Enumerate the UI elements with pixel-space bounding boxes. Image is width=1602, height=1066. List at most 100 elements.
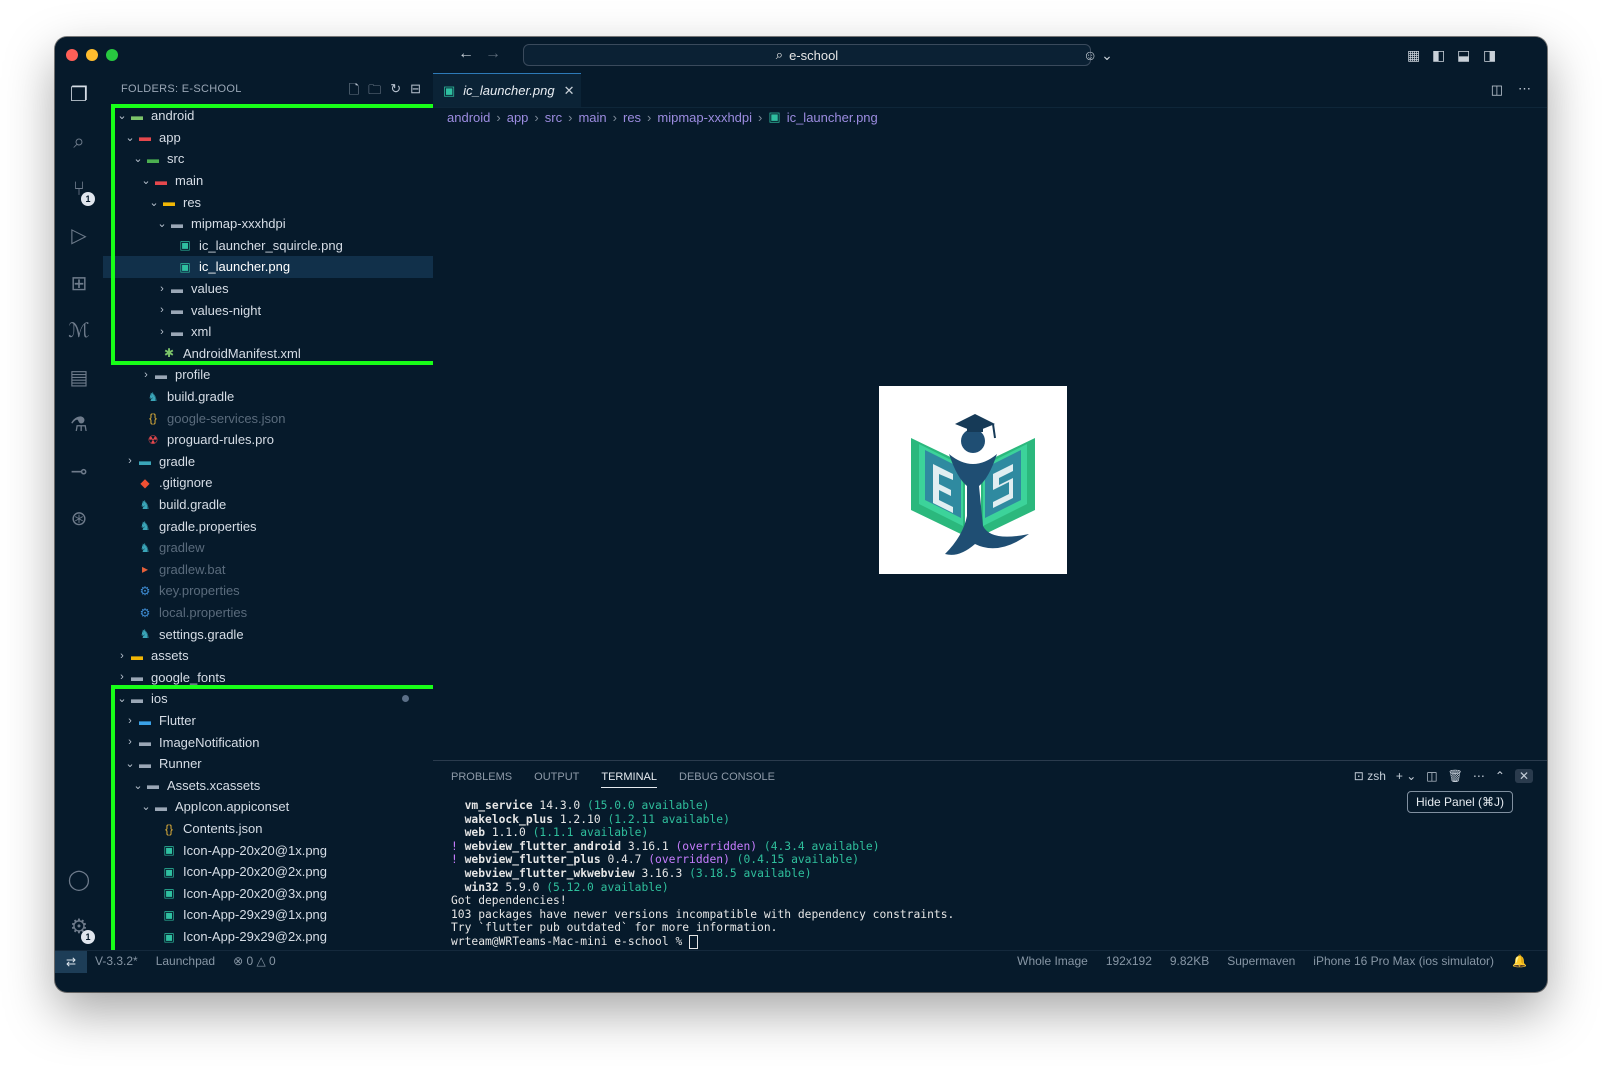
tree-item[interactable]: › ▬ profile bbox=[103, 364, 433, 386]
hide-panel-close-icon[interactable]: ✕ bbox=[1514, 769, 1533, 783]
chevron-right-icon[interactable]: › bbox=[123, 455, 137, 467]
terminal-version: 3.16.3 bbox=[634, 866, 690, 880]
tree-item[interactable]: ♞ gradlew bbox=[103, 537, 433, 559]
terminal-output[interactable]: vm_service 14.3.0 (15.0.0 available) wak… bbox=[451, 799, 954, 949]
close-window-button[interactable] bbox=[66, 49, 78, 61]
terminal-available: (1.1.1 available) bbox=[532, 826, 649, 840]
notifications-bell-icon[interactable]: 🔔 bbox=[1512, 954, 1527, 968]
breadcrumb-item[interactable]: mipmap-xxxhdpi bbox=[657, 110, 752, 125]
status-item[interactable]: Supermaven bbox=[1227, 954, 1295, 968]
panel-tab[interactable]: DEBUG CONSOLE bbox=[679, 771, 775, 788]
tree-item-label: gradle bbox=[159, 453, 196, 469]
chevron-right-icon[interactable]: › bbox=[115, 671, 129, 683]
toggle-secondary-sidebar-icon[interactable]: ◨ bbox=[1483, 47, 1496, 64]
refresh-icon[interactable]: ↻ bbox=[390, 81, 401, 103]
tab-ic-launcher[interactable]: ▣ ic_launcher.png ✕ bbox=[433, 73, 581, 107]
minimize-window-button[interactable] bbox=[86, 49, 98, 61]
customize-layout-icon[interactable]: ▦ bbox=[1407, 47, 1420, 64]
new-file-icon[interactable]: 🗋 bbox=[349, 81, 359, 103]
more-actions-icon[interactable]: ⋯ bbox=[1518, 81, 1531, 97]
terminal-available: (5.12.0 available) bbox=[546, 880, 669, 894]
panel-actions: ⊡ zsh + ⌄ ◫ 🗑 ⋯ ⌃ ✕ bbox=[1354, 769, 1533, 783]
back-arrow-icon[interactable]: ← bbox=[458, 45, 474, 63]
terminal-line: ! webview_flutter_plus 0.4.7 (overridden… bbox=[451, 853, 954, 867]
kill-terminal-icon[interactable]: 🗑 bbox=[1448, 769, 1463, 783]
remote-indicator-icon[interactable]: ⇄ bbox=[55, 951, 87, 973]
testing-flask-icon[interactable]: ⚗ bbox=[67, 413, 91, 437]
terminal-line: Try `flutter pub outdated` for more info… bbox=[451, 921, 954, 935]
panel-tab[interactable]: PROBLEMS bbox=[451, 771, 512, 788]
breadcrumb-separator-icon: › bbox=[647, 109, 652, 125]
close-tab-icon[interactable]: ✕ bbox=[564, 83, 575, 99]
tree-item[interactable]: ♞ settings.gradle bbox=[103, 623, 433, 645]
terminal-overridden: (overridden) bbox=[648, 853, 737, 867]
new-folder-icon[interactable]: 🗀 bbox=[368, 81, 381, 103]
split-terminal-icon[interactable]: ◫ bbox=[1426, 769, 1437, 783]
tree-item[interactable]: ♞ build.gradle bbox=[103, 386, 433, 408]
explorer-icon[interactable]: ❐ bbox=[67, 83, 91, 107]
tree-item[interactable]: ⚙ local.properties bbox=[103, 602, 433, 624]
toggle-panel-icon[interactable]: ⬓ bbox=[1457, 47, 1470, 64]
search-icon[interactable]: ⌕ bbox=[67, 130, 91, 154]
more-icon[interactable]: ⋯ bbox=[1473, 769, 1485, 783]
terminal-package: webview_flutter_plus bbox=[464, 853, 601, 867]
activity-bar: ❐ ⌕ ⑂ 1 ▷ ⊞ ℳ ▤ ⚗ ⊸ ⊛ ◯ ⚙ 1 bbox=[55, 73, 103, 978]
forward-arrow-icon[interactable]: → bbox=[485, 45, 501, 63]
tree-item[interactable]: {} google-services.json bbox=[103, 407, 433, 429]
tree-item-label: key.properties bbox=[159, 583, 240, 599]
breadcrumb-item[interactable]: main bbox=[578, 110, 606, 125]
search-text: e-school bbox=[789, 47, 839, 63]
extensions-icon[interactable]: ⊞ bbox=[67, 272, 91, 296]
terminal-line: wakelock_plus 1.2.10 (1.2.11 available) bbox=[451, 813, 954, 827]
tree-item[interactable]: › ▬ gradle bbox=[103, 451, 433, 473]
terminal-prefix bbox=[451, 881, 465, 894]
breadcrumb-item[interactable]: app bbox=[507, 110, 529, 125]
status-item[interactable]: Whole Image bbox=[1017, 954, 1088, 968]
terminal-shell-selector[interactable]: ⊡ zsh bbox=[1354, 769, 1386, 783]
tree-item[interactable]: ☢ proguard-rules.pro bbox=[103, 429, 433, 451]
highlight-box-ios bbox=[111, 685, 438, 956]
breadcrumb: android › app › src › main › res › mipmap-xxxhdpi ›… bbox=[447, 109, 878, 125]
panel-tab[interactable]: OUTPUT bbox=[534, 771, 579, 788]
terminal-version: 5.9.0 bbox=[498, 880, 547, 894]
toggle-sidebar-icon[interactable]: ◧ bbox=[1432, 47, 1445, 64]
gitlens-icon[interactable]: ⊛ bbox=[67, 507, 91, 531]
tree-item[interactable]: ▸ gradlew.bat bbox=[103, 559, 433, 581]
zoom-window-button[interactable] bbox=[106, 49, 118, 61]
tree-item[interactable]: ♞ gradle.properties bbox=[103, 515, 433, 537]
chevron-right-icon[interactable]: › bbox=[139, 369, 153, 381]
tree-item[interactable]: ⚙ key.properties bbox=[103, 580, 433, 602]
breadcrumb-item[interactable]: android bbox=[447, 110, 490, 125]
account-icon[interactable]: ◯ bbox=[67, 868, 91, 892]
maximize-panel-icon[interactable]: ⌃ bbox=[1495, 769, 1505, 783]
status-item[interactable]: 192x192 bbox=[1106, 954, 1152, 968]
status-right: Whole Image 192x192 9.82KB Supermaven iPhone… bbox=[1017, 954, 1527, 968]
chevron-right-icon[interactable]: › bbox=[115, 650, 129, 662]
collapse-all-icon[interactable]: ⊟ bbox=[410, 81, 421, 103]
split-editor-icon[interactable]: ◫ bbox=[1491, 82, 1503, 98]
run-debug-icon[interactable]: ▷ bbox=[67, 224, 91, 248]
terminal-package: web bbox=[464, 826, 486, 840]
tree-item[interactable]: › ▬ assets bbox=[103, 645, 433, 667]
terminal-version: 1.1.0 bbox=[485, 826, 533, 840]
tree-item-label: settings.gradle bbox=[159, 626, 244, 642]
terminal-text: Try `flutter pub outdated` for more info… bbox=[451, 921, 778, 935]
command-center-search[interactable]: ⌕ e-school bbox=[523, 44, 1091, 66]
terminal-package: win32 bbox=[464, 880, 499, 894]
timeline-icon[interactable]: ⊸ bbox=[67, 460, 91, 484]
status-item[interactable]: iPhone 16 Pro Max (ios simulator) bbox=[1313, 954, 1494, 968]
breadcrumb-item[interactable]: ic_launcher.png bbox=[787, 110, 878, 125]
tree-item-label: profile bbox=[175, 367, 211, 383]
copilot-icon[interactable]: ☺ ⌄ bbox=[1083, 47, 1113, 64]
book-icon[interactable]: ▤ bbox=[67, 366, 91, 390]
supermaven-icon[interactable]: ℳ bbox=[67, 319, 91, 343]
status-item: Launchpad bbox=[155, 954, 216, 968]
tree-item-label: assets bbox=[151, 648, 189, 664]
status-item[interactable]: 9.82KB bbox=[1170, 954, 1209, 968]
panel-tab[interactable]: TERMINAL bbox=[601, 771, 657, 788]
tree-item[interactable]: ◆ .gitignore bbox=[103, 472, 433, 494]
breadcrumb-item[interactable]: src bbox=[545, 110, 562, 125]
breadcrumb-item[interactable]: res bbox=[623, 110, 641, 125]
new-terminal-icon[interactable]: + ⌄ bbox=[1396, 769, 1416, 783]
tree-item[interactable]: ♞ build.gradle bbox=[103, 494, 433, 516]
